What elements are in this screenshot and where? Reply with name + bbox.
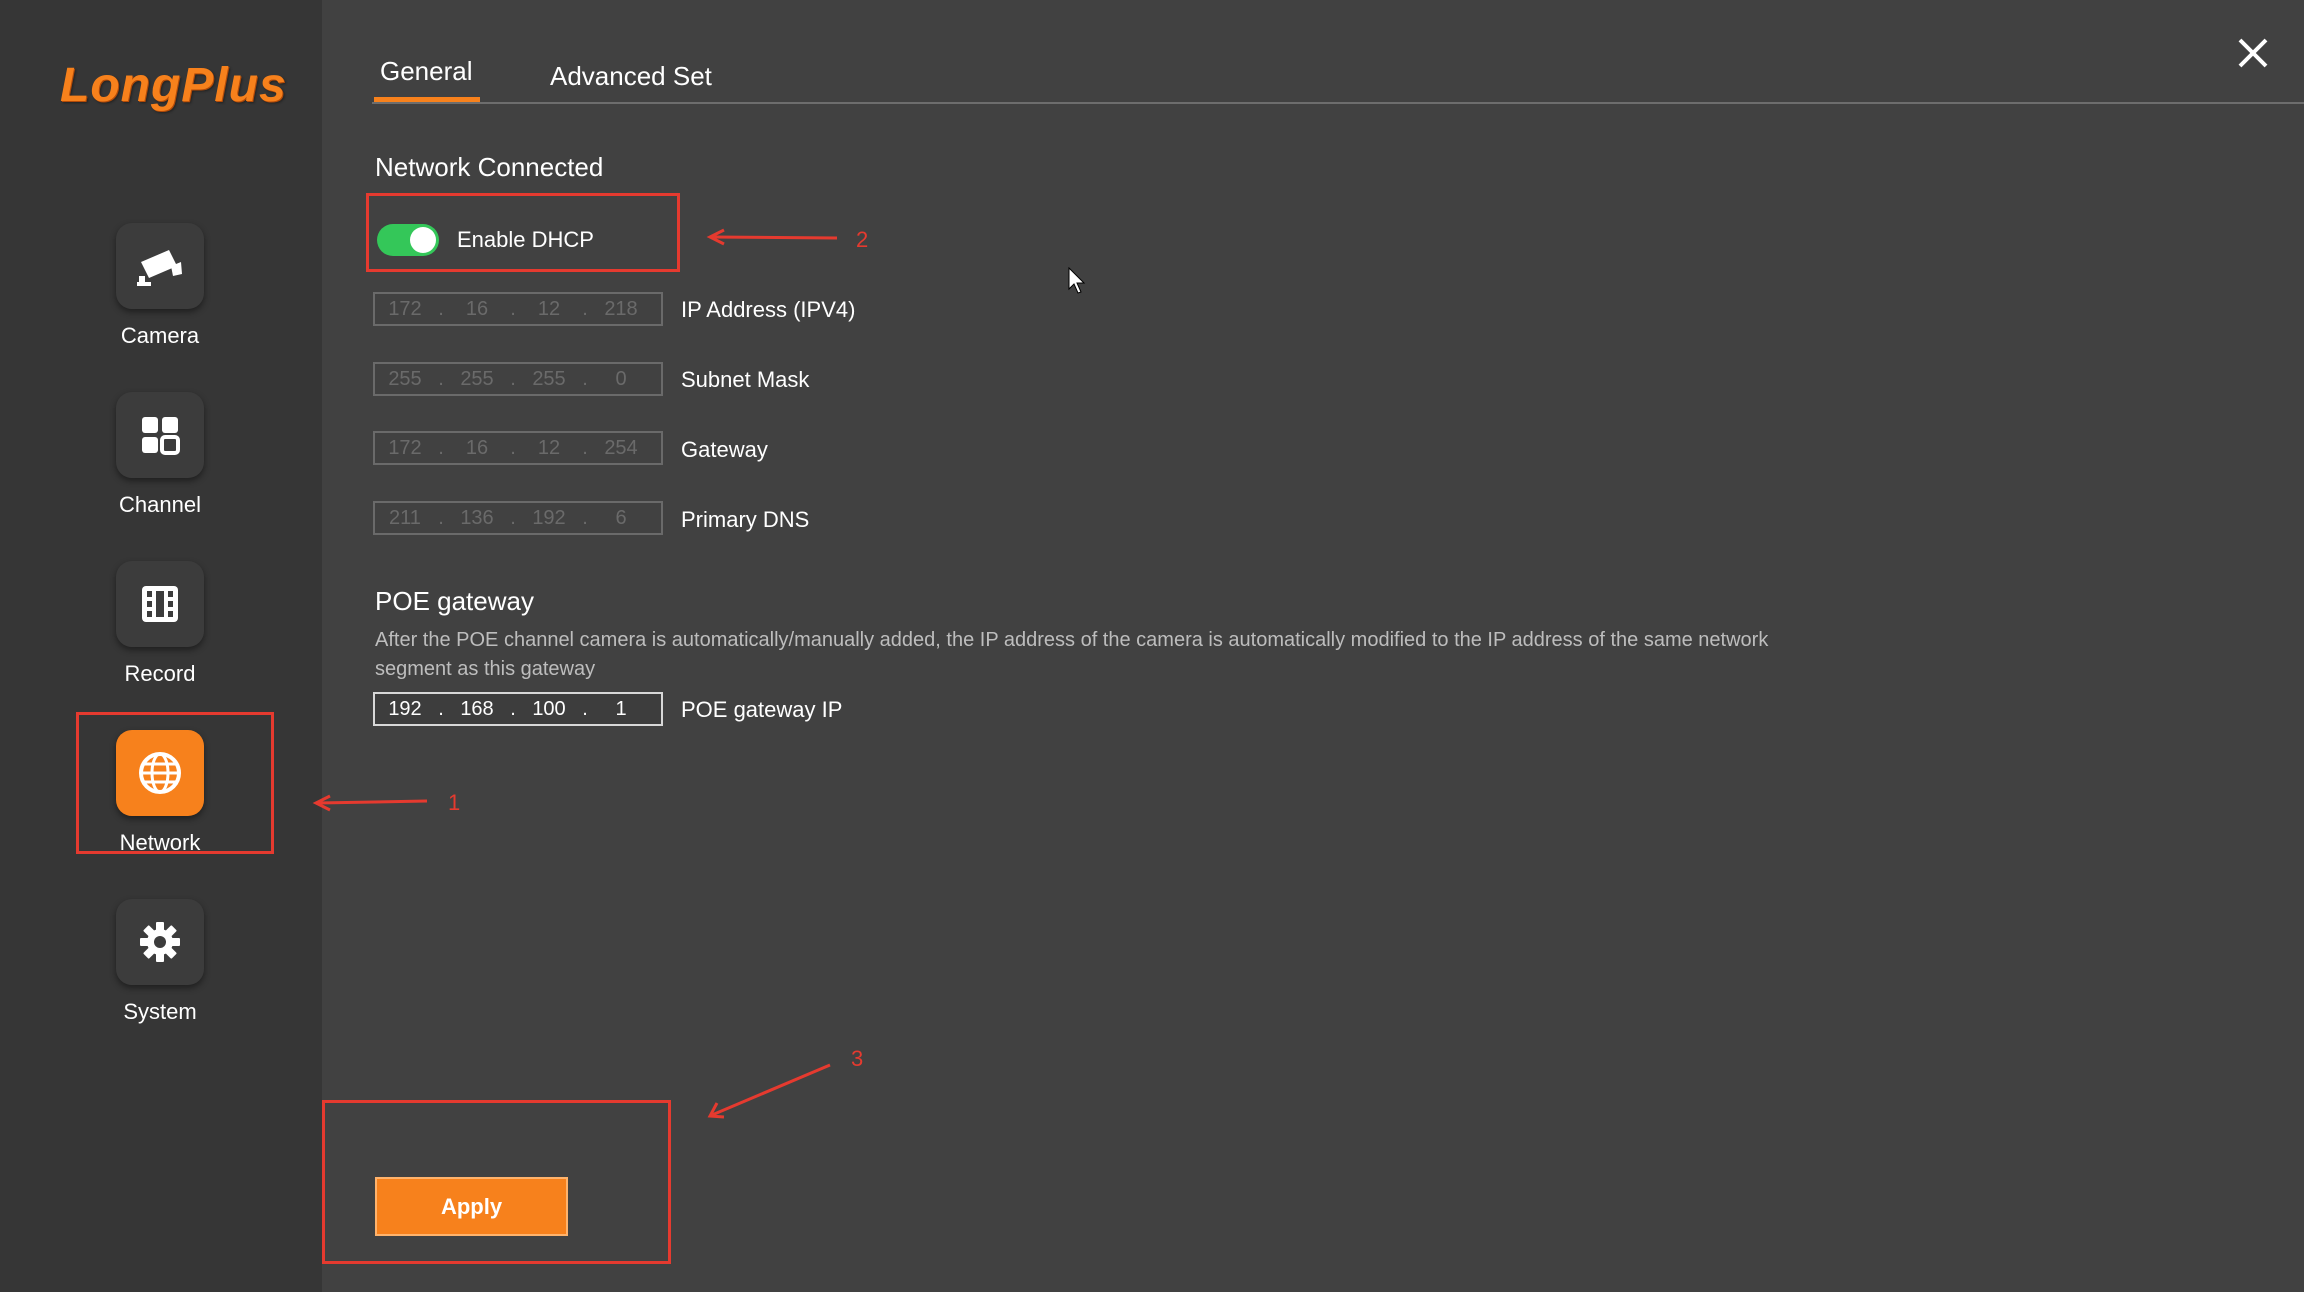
subnet-mask-label: Subnet Mask: [681, 367, 810, 392]
annotation-number-3: 3: [851, 1046, 864, 1071]
sidebar: LongPlus Camera Channel Record Network S…: [0, 0, 322, 1292]
octet: 168: [460, 697, 494, 720]
toggle-knob: [410, 227, 436, 253]
dhcp-toggle[interactable]: [377, 224, 439, 256]
octet: 0: [615, 367, 627, 390]
separator-dot: .: [438, 697, 444, 720]
tab-general[interactable]: General: [380, 56, 473, 87]
close-icon: [2238, 38, 2268, 68]
octet: 16: [465, 297, 489, 320]
octet: 192: [532, 506, 566, 529]
separator-dot: .: [582, 367, 588, 390]
logo: LongPlus: [60, 59, 287, 112]
separator-dot: .: [510, 367, 516, 390]
octet: 192: [388, 697, 422, 720]
gateway-label: Gateway: [681, 437, 768, 462]
poe-gateway-description: After the POE channel camera is automati…: [375, 629, 1769, 680]
separator-dot: .: [582, 297, 588, 320]
ip-address-field[interactable]: 172. 16. 12. 218: [373, 292, 663, 326]
sidebar-item-system[interactable]: System: [75, 899, 245, 1025]
subnet-mask-field[interactable]: 255. 255. 255. 0: [373, 362, 663, 396]
separator-dot: .: [582, 697, 588, 720]
sidebar-item-label: System: [123, 999, 197, 1024]
octet: 255: [532, 367, 566, 390]
separator-dot: .: [438, 436, 444, 459]
poe-gateway-title: POE gateway: [375, 586, 534, 616]
sidebar-item-label: Camera: [120, 323, 200, 348]
octet: 6: [615, 506, 627, 529]
apply-button[interactable]: Apply: [375, 1177, 568, 1236]
film-icon: [116, 561, 204, 647]
poe-gateway-ip-field[interactable]: 192. 168. 100. 1: [373, 692, 663, 726]
sidebar-item-label: Channel: [119, 492, 201, 517]
octet: 218: [604, 297, 638, 320]
tab-advanced-set[interactable]: Advanced Set: [550, 61, 712, 92]
octet: 12: [537, 297, 561, 320]
camera-icon: [116, 223, 204, 309]
close-button[interactable]: [2234, 34, 2272, 72]
octet: 255: [460, 367, 494, 390]
gear-icon: [116, 899, 204, 985]
network-status-title: Network Connected: [375, 152, 604, 182]
poe-gateway-ip-label: POE gateway IP: [681, 697, 843, 722]
octet: 255: [388, 367, 422, 390]
grid-icon: [116, 392, 204, 478]
gateway-field[interactable]: 172. 16. 12. 254: [373, 431, 663, 465]
sidebar-item-record[interactable]: Record: [75, 561, 245, 687]
separator-dot: .: [510, 506, 516, 529]
separator-dot: .: [438, 506, 444, 529]
sidebar-item-channel[interactable]: Channel: [75, 392, 245, 518]
sidebar-item-label: Record: [124, 661, 196, 686]
octet: 1: [615, 697, 627, 720]
octet: 12: [537, 436, 561, 459]
octet: 172: [388, 297, 422, 320]
separator-dot: .: [582, 436, 588, 459]
separator-dot: .: [510, 436, 516, 459]
separator-dot: .: [510, 697, 516, 720]
octet: 100: [532, 697, 566, 720]
primary-dns-field[interactable]: 211. 136. 192. 6: [373, 501, 663, 535]
separator-dot: .: [582, 506, 588, 529]
separator-dot: .: [438, 367, 444, 390]
mouse-cursor-icon: [1068, 266, 1088, 300]
ip-address-label: IP Address (IPV4): [681, 297, 856, 322]
octet: 211: [389, 506, 421, 529]
octet: 136: [460, 506, 494, 529]
octet: 172: [388, 436, 422, 459]
octet: 254: [604, 436, 638, 459]
sidebar-item-camera[interactable]: Camera: [75, 223, 245, 349]
dhcp-label: Enable DHCP: [457, 227, 594, 252]
annotation-number-1: 1: [448, 790, 461, 815]
tab-divider: [372, 102, 2304, 104]
separator-dot: .: [438, 297, 444, 320]
separator-dot: .: [510, 297, 516, 320]
network-annotation-box: [76, 712, 274, 854]
primary-dns-label: Primary DNS: [681, 507, 810, 532]
octet: 16: [465, 436, 489, 459]
annotation-number-2: 2: [856, 227, 869, 252]
